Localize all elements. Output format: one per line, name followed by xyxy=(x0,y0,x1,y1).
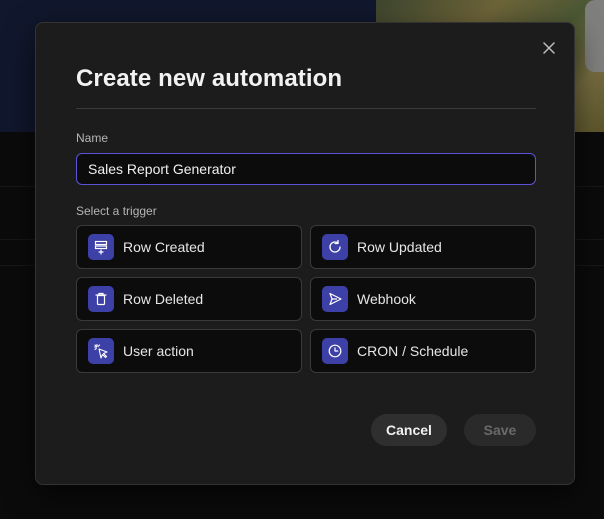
save-button[interactable]: Save xyxy=(464,414,536,446)
trigger-label-text: CRON / Schedule xyxy=(357,343,469,359)
trash-icon xyxy=(88,286,114,312)
close-icon xyxy=(543,42,555,54)
trigger-label-text: Row Deleted xyxy=(123,291,204,307)
clock-icon xyxy=(322,338,348,364)
title-divider xyxy=(76,108,536,109)
trigger-label-text: Row Updated xyxy=(357,239,442,255)
trigger-row-updated[interactable]: Row Updated xyxy=(310,225,536,269)
trigger-label-text: Webhook xyxy=(357,291,416,307)
trigger-row-created[interactable]: Row Created xyxy=(76,225,302,269)
trigger-row-deleted[interactable]: Row Deleted xyxy=(76,277,302,321)
create-automation-modal: Create new automation Name Select a trig… xyxy=(35,22,575,485)
trigger-label-text: Row Created xyxy=(123,239,205,255)
row-created-icon xyxy=(88,234,114,260)
cancel-button[interactable]: Cancel xyxy=(371,414,447,446)
trigger-user-action[interactable]: User action xyxy=(76,329,302,373)
cursor-click-icon xyxy=(88,338,114,364)
trigger-label-text: User action xyxy=(123,343,194,359)
refresh-icon xyxy=(322,234,348,260)
trigger-webhook[interactable]: Webhook xyxy=(310,277,536,321)
trigger-cron-schedule[interactable]: CRON / Schedule xyxy=(310,329,536,373)
name-input[interactable] xyxy=(76,153,536,185)
close-button[interactable] xyxy=(538,37,560,59)
modal-title: Create new automation xyxy=(76,65,343,92)
trigger-label: Select a trigger xyxy=(76,204,157,218)
send-icon xyxy=(322,286,348,312)
name-label: Name xyxy=(76,131,109,145)
